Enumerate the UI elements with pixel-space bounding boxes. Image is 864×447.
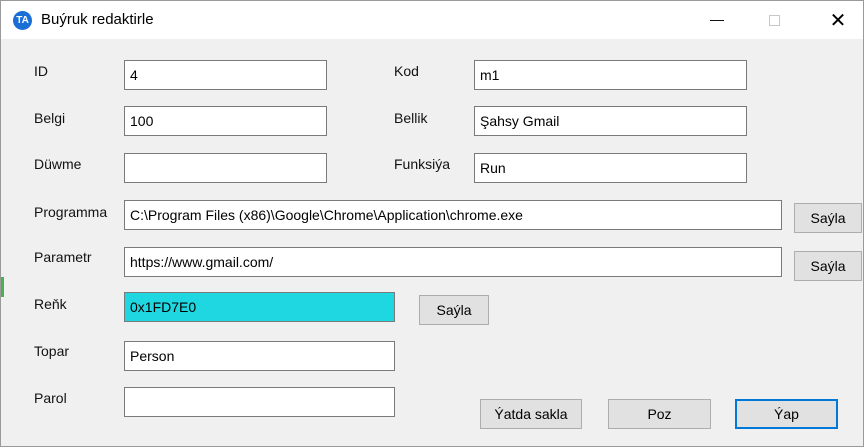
programma-field[interactable]: C:\Program Files (x86)\Google\Chrome\App… bbox=[124, 200, 782, 230]
parametr-label: Parametr bbox=[34, 249, 92, 265]
app-logo-icon: TA bbox=[13, 11, 32, 30]
programma-label: Programma bbox=[34, 204, 108, 220]
renk-field[interactable]: 0x1FD7E0 bbox=[124, 292, 395, 322]
title-bar[interactable]: TA Buýruk redaktirle ✕ bbox=[1, 1, 863, 39]
bellik-label: Bellik bbox=[394, 110, 428, 126]
maximize-icon bbox=[768, 14, 780, 26]
close-button[interactable]: ✕ bbox=[815, 1, 861, 39]
bellik-field[interactable]: Şahsy Gmail bbox=[474, 106, 747, 136]
kod-field[interactable]: m1 bbox=[474, 60, 747, 90]
id-label: ID bbox=[34, 63, 48, 79]
minimize-icon bbox=[710, 19, 724, 21]
parametr-field[interactable]: https://www.gmail.com/ bbox=[124, 247, 782, 277]
edit-command-window: TA Buýruk redaktirle ✕ ID 4 Kod m1 Belgi… bbox=[0, 0, 864, 447]
kod-label: Kod bbox=[394, 63, 419, 79]
funksiya-label: Funksiýa bbox=[394, 156, 451, 172]
left-edge-accent bbox=[1, 277, 4, 297]
close-icon: ✕ bbox=[829, 9, 847, 32]
duwme-label: Düwme bbox=[34, 156, 82, 172]
close-dialog-button[interactable]: Ýap bbox=[735, 399, 838, 429]
maximize-button[interactable] bbox=[751, 1, 797, 39]
id-field[interactable]: 4 bbox=[124, 60, 327, 90]
parol-field[interactable] bbox=[124, 387, 395, 417]
save-button[interactable]: Ýatda sakla bbox=[480, 399, 582, 429]
belgi-label: Belgi bbox=[34, 110, 66, 126]
window-title: Buýruk redaktirle bbox=[41, 11, 154, 28]
parametr-browse-button[interactable]: Saýla bbox=[794, 251, 862, 281]
delete-button[interactable]: Poz bbox=[608, 399, 711, 429]
topar-label: Topar bbox=[34, 343, 70, 359]
funksiya-field[interactable]: Run bbox=[474, 153, 747, 183]
belgi-field[interactable]: 100 bbox=[124, 106, 327, 136]
duwme-field[interactable] bbox=[124, 153, 327, 183]
programma-browse-button[interactable]: Saýla bbox=[794, 203, 862, 233]
renk-label: Reňk bbox=[34, 296, 67, 312]
topar-field[interactable]: Person bbox=[124, 341, 395, 371]
renk-pick-button[interactable]: Saýla bbox=[419, 295, 489, 325]
parol-label: Parol bbox=[34, 390, 67, 406]
minimize-button[interactable] bbox=[694, 1, 740, 39]
